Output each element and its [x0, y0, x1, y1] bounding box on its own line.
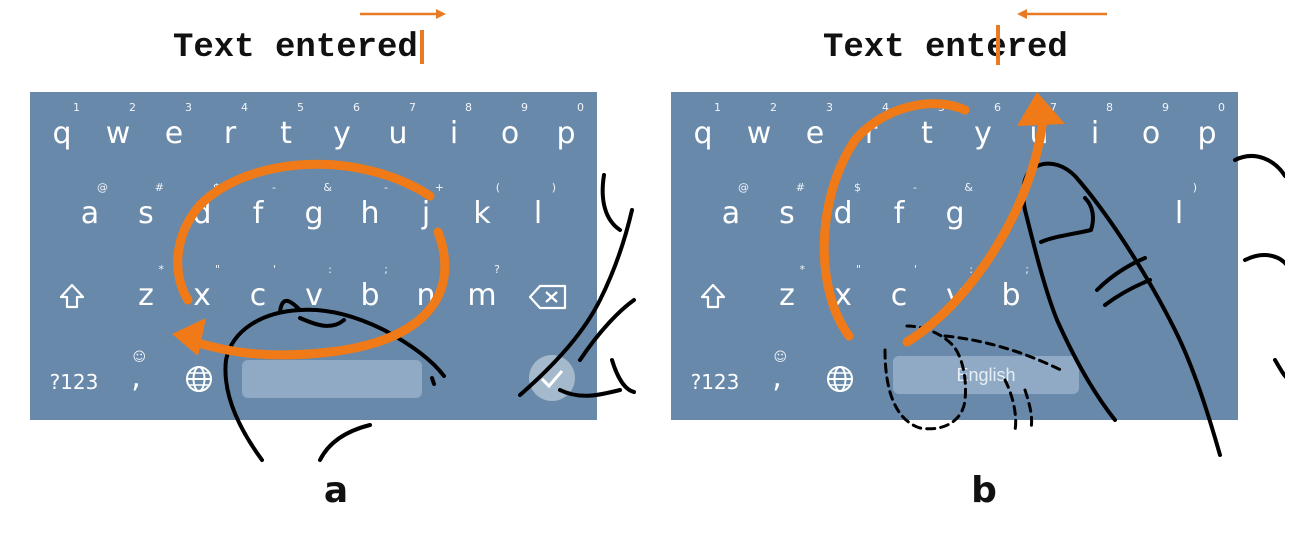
comma-key[interactable]: , ☺ — [118, 351, 154, 396]
key-z[interactable]: z * — [759, 264, 815, 314]
key-l[interactable]: l) — [510, 182, 566, 232]
shift-icon[interactable] — [699, 282, 727, 310]
num-symbols-key[interactable]: ?123 — [36, 364, 112, 400]
key-d[interactable]: d $ — [815, 182, 871, 232]
key-u[interactable]: u7 — [1011, 102, 1067, 152]
comma-key[interactable]: , ☺ — [759, 351, 795, 396]
key-i[interactable]: i8 — [426, 102, 482, 152]
text-entered-a: Text entered — [173, 28, 424, 68]
shift-icon[interactable] — [58, 282, 86, 310]
key-z[interactable]: z * — [118, 264, 174, 314]
key-f[interactable]: f- — [871, 182, 927, 232]
key-x[interactable]: x " — [815, 264, 871, 314]
panel-a: Text entered q1 w2 e3 r4 t5 y6 u7 i8 o9 … — [0, 0, 640, 547]
num-symbols-key[interactable]: ?123 — [677, 364, 753, 400]
key-s[interactable]: s # — [759, 182, 815, 232]
key-a[interactable]: a @ — [703, 182, 759, 232]
key-c[interactable]: c ' — [230, 264, 286, 314]
key-v[interactable]: v: — [927, 264, 983, 314]
key-e[interactable]: e3 — [146, 102, 202, 152]
key-m[interactable]: m? — [454, 264, 510, 314]
key-b[interactable]: b; — [342, 264, 398, 314]
key-q[interactable]: q1 — [34, 102, 90, 152]
key-r[interactable]: r4 — [843, 102, 899, 152]
key-o[interactable]: o9 — [482, 102, 538, 152]
key-v[interactable]: v: — [286, 264, 342, 314]
key-b[interactable]: b; — [983, 264, 1039, 314]
key-l[interactable]: l) — [1151, 182, 1207, 232]
space-bar[interactable] — [242, 360, 422, 398]
key-r[interactable]: r4 — [202, 102, 258, 152]
key-g[interactable]: g & — [927, 182, 983, 232]
key-w[interactable]: w2 — [731, 102, 787, 152]
text-caret-b — [996, 25, 1000, 65]
text-entered-b: Text entered — [823, 29, 1068, 67]
text-caret — [419, 30, 424, 65]
key-t[interactable]: t5 — [899, 102, 955, 152]
space-bar[interactable]: English — [893, 356, 1079, 394]
globe-icon[interactable] — [825, 364, 855, 394]
key-q[interactable]: q1 — [675, 102, 731, 152]
backspace-icon[interactable] — [528, 284, 568, 310]
globe-icon[interactable] — [184, 364, 214, 394]
panel-label-b: b — [971, 470, 997, 511]
key-h[interactable]: h- — [342, 182, 398, 232]
key-a[interactable]: a @ — [62, 182, 118, 232]
keyboard-a[interactable]: q1 w2 e3 r4 t5 y6 u7 i8 o9 p0 a @ s # d $ f… — [30, 92, 597, 420]
key-y[interactable]: y6 — [955, 102, 1011, 152]
key-f[interactable]: f- — [230, 182, 286, 232]
key-x[interactable]: x " — [174, 264, 230, 314]
panel-b: Text entered q1 w2 e3 r4 t5 y6 u7 i8 o9 … — [645, 0, 1285, 547]
check-icon[interactable] — [528, 354, 576, 402]
key-t[interactable]: t5 — [258, 102, 314, 152]
key-s[interactable]: s # — [118, 182, 174, 232]
key-e[interactable]: e3 — [787, 102, 843, 152]
panel-label-a: a — [323, 470, 349, 511]
key-o[interactable]: o9 — [1123, 102, 1179, 152]
keyboard-b[interactable]: q1 w2 e3 r4 t5 y6 u7 i8 o9 p0 a @ s # d $ f… — [671, 92, 1238, 420]
key-k[interactable]: k( — [454, 182, 510, 232]
key-j[interactable]: j + — [398, 182, 454, 232]
emoji-icon: ☺ — [773, 350, 787, 365]
emoji-icon: ☺ — [132, 350, 146, 365]
key-p[interactable]: p0 — [1179, 102, 1235, 152]
key-w[interactable]: w2 — [90, 102, 146, 152]
key-g[interactable]: g & — [286, 182, 342, 232]
key-d[interactable]: d $ — [174, 182, 230, 232]
key-i[interactable]: i8 — [1067, 102, 1123, 152]
key-n[interactable]: n! — [398, 264, 454, 314]
key-c[interactable]: c ' — [871, 264, 927, 314]
key-u[interactable]: u7 — [370, 102, 426, 152]
key-y[interactable]: y6 — [314, 102, 370, 152]
key-p[interactable]: p0 — [538, 102, 594, 152]
